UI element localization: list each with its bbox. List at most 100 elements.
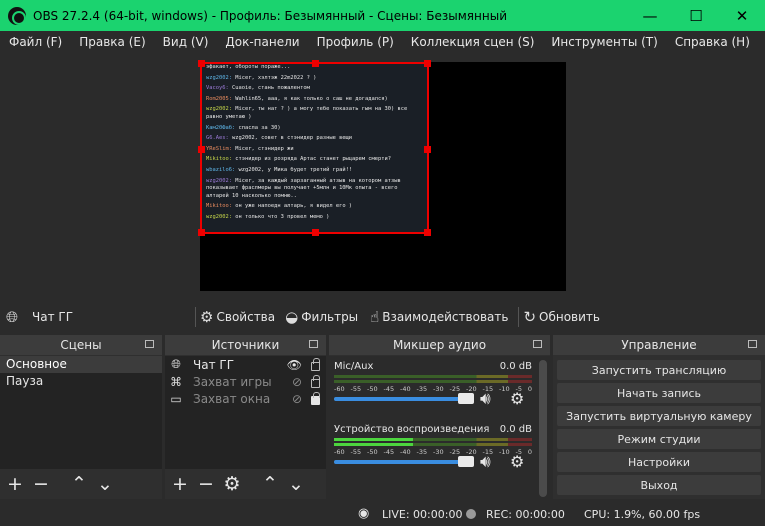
resize-handle-bl[interactable]	[198, 229, 205, 236]
lock-closed-icon[interactable]	[311, 392, 320, 405]
menu-view[interactable]: Вид (V)	[154, 35, 217, 49]
source-item[interactable]: ⌘ Захват игры ⊘	[165, 373, 326, 390]
menu-file[interactable]: Файл (F)	[0, 35, 70, 49]
meter-tick-label: -25	[449, 385, 461, 393]
interact-button[interactable]: ☝ Взаимодействовать	[370, 308, 508, 326]
source-name: Чат ГГ	[193, 357, 235, 372]
window-icon: ▭	[170, 391, 182, 406]
float-dock-icon[interactable]	[748, 340, 757, 348]
add-source-button[interactable]: +	[171, 473, 189, 495]
source-properties-gear-icon[interactable]: ⚙	[223, 473, 241, 495]
maximize-button[interactable]: ☐	[673, 0, 719, 31]
resize-handle-b[interactable]	[312, 229, 319, 236]
speaker-icon[interactable]: 🔊︎	[480, 452, 491, 472]
meter-tick-label: 0	[527, 385, 532, 393]
meter-tick-label: -25	[449, 448, 461, 456]
channel-db: 0.0 dB	[499, 361, 532, 372]
settings-button[interactable]: Настройки	[557, 452, 761, 472]
gear-icon[interactable]: ⚙	[510, 452, 524, 471]
meter-ticks: -60 -55 -50 -45 -40 -35 -30 -25 -20 -15 -10 -5 0	[334, 385, 532, 393]
mixer-title: Микшер аудио	[392, 338, 487, 352]
exit-button[interactable]: Выход	[557, 475, 761, 495]
move-down-icon[interactable]: ⌄	[287, 473, 305, 495]
float-dock-icon[interactable]	[145, 340, 154, 348]
resize-handle-br[interactable]	[424, 229, 431, 236]
remove-scene-button[interactable]: −	[32, 473, 50, 495]
lock-icon[interactable]	[311, 375, 320, 388]
channel-name: Mic/Aux	[334, 361, 374, 372]
move-up-icon[interactable]: ⌃	[70, 473, 88, 495]
preview-canvas[interactable]: эфакает, обороты пораже... wzg2002: Micer…	[198, 60, 566, 291]
meter-tick-label: -40	[400, 385, 411, 393]
resize-handle-t[interactable]	[312, 60, 319, 67]
resize-handle-l[interactable]	[198, 146, 205, 153]
eye-icon[interactable]: 👁︎	[287, 358, 302, 372]
remove-source-button[interactable]: −	[197, 473, 215, 495]
scenes-list: Основное Пауза	[0, 356, 162, 469]
resize-handle-tr[interactable]	[424, 60, 431, 67]
sources-list: 🌐︎ Чат ГГ 👁︎ ⌘ Захват игры ⊘ ▭ Захват ок…	[165, 356, 326, 469]
sources-title: Источники	[211, 338, 280, 352]
globe-icon: 🌐︎	[6, 308, 19, 326]
float-dock-icon[interactable]	[533, 340, 542, 348]
selection-box[interactable]	[198, 60, 431, 236]
scene-item[interactable]: Пауза	[0, 373, 162, 390]
minimize-button[interactable]: —	[627, 0, 673, 31]
start-streaming-button[interactable]: Запустить трансляцию	[557, 360, 761, 380]
lock-icon[interactable]	[311, 358, 320, 371]
volume-slider[interactable]	[334, 393, 474, 404]
filter-icon: ◒	[285, 308, 299, 326]
start-virtual-camera-button[interactable]: Запустить виртуальную камеру	[557, 406, 761, 426]
studio-mode-button[interactable]: Режим студии	[557, 429, 761, 449]
menu-scene-collection[interactable]: Коллекция сцен (S)	[402, 35, 543, 49]
meter-tick-label: -20	[466, 385, 477, 393]
menu-tools[interactable]: Инструменты (T)	[542, 35, 665, 49]
level-meter	[334, 375, 532, 378]
menu-edit[interactable]: Правка (E)	[70, 35, 153, 49]
level-meter	[334, 443, 532, 446]
move-down-icon[interactable]: ⌄	[96, 473, 114, 495]
move-up-icon[interactable]: ⌃	[261, 473, 279, 495]
meter-tick-label: -55	[350, 385, 362, 393]
channel-db: 0.0 dB	[499, 424, 532, 435]
source-item[interactable]: ▭ Захват окна ⊘	[165, 390, 326, 407]
meter-tick-label: -35	[416, 385, 428, 393]
menu-docks[interactable]: Док-панели	[216, 35, 307, 49]
menu-help[interactable]: Справка (H)	[666, 35, 758, 49]
gear-icon[interactable]: ⚙	[510, 389, 524, 408]
properties-button[interactable]: ⚙ Свойства	[200, 308, 275, 326]
source-toolbar: 🌐︎ Чат ГГ ⚙ Свойства ◒ Фильтры ☝ Взаимодейс…	[0, 303, 765, 331]
channel-name: Устройство воспроизведения	[334, 424, 490, 435]
sources-dock: Источники 🌐︎ Чат ГГ 👁︎ ⌘ Захват игры ⊘ ▭…	[165, 335, 326, 499]
volume-slider[interactable]	[334, 456, 474, 467]
speaker-icon[interactable]: 🔊︎	[480, 389, 491, 409]
volume-slider-knob[interactable]	[458, 393, 474, 404]
start-recording-button[interactable]: Начать запись	[557, 383, 761, 403]
eye-hidden-icon[interactable]: ⊘	[292, 392, 302, 406]
menu-profile[interactable]: Профиль (P)	[308, 35, 402, 49]
refresh-label: Обновить	[539, 310, 600, 324]
volume-slider-knob[interactable]	[458, 456, 474, 467]
title-bar: OBS 27.2.4 (64-bit, windows) - Профиль: …	[0, 0, 765, 31]
meter-tick-label: -50	[367, 448, 378, 456]
resize-handle-r[interactable]	[424, 146, 431, 153]
refresh-button[interactable]: ↻ Обновить	[523, 308, 600, 326]
eye-hidden-icon[interactable]: ⊘	[292, 375, 302, 389]
mixer-dock: Микшер аудио Mic/Aux 0.0 dB -60 -55 -50 -45…	[329, 335, 550, 499]
source-item[interactable]: 🌐︎ Чат ГГ 👁︎	[165, 356, 326, 373]
filters-button[interactable]: ◒ Фильтры	[285, 308, 358, 326]
add-scene-button[interactable]: +	[6, 473, 24, 495]
close-button[interactable]: ✕	[719, 0, 765, 31]
live-icon: ◉	[358, 506, 370, 521]
controls-title: Управление	[621, 338, 697, 352]
resize-handle-tl[interactable]	[198, 60, 205, 67]
scene-item[interactable]: Основное	[0, 356, 162, 373]
meter-tick-label: -10	[499, 448, 510, 456]
mixer-scrollbar[interactable]	[539, 360, 547, 497]
controls-body: Запустить трансляцию Начать запись Запус…	[553, 356, 765, 499]
gamepad-icon: ⌘	[170, 374, 182, 389]
refresh-icon: ↻	[523, 308, 537, 326]
interact-label: Взаимодействовать	[382, 310, 509, 324]
meter-tick-label: -40	[400, 448, 411, 456]
float-dock-icon[interactable]	[309, 340, 318, 348]
